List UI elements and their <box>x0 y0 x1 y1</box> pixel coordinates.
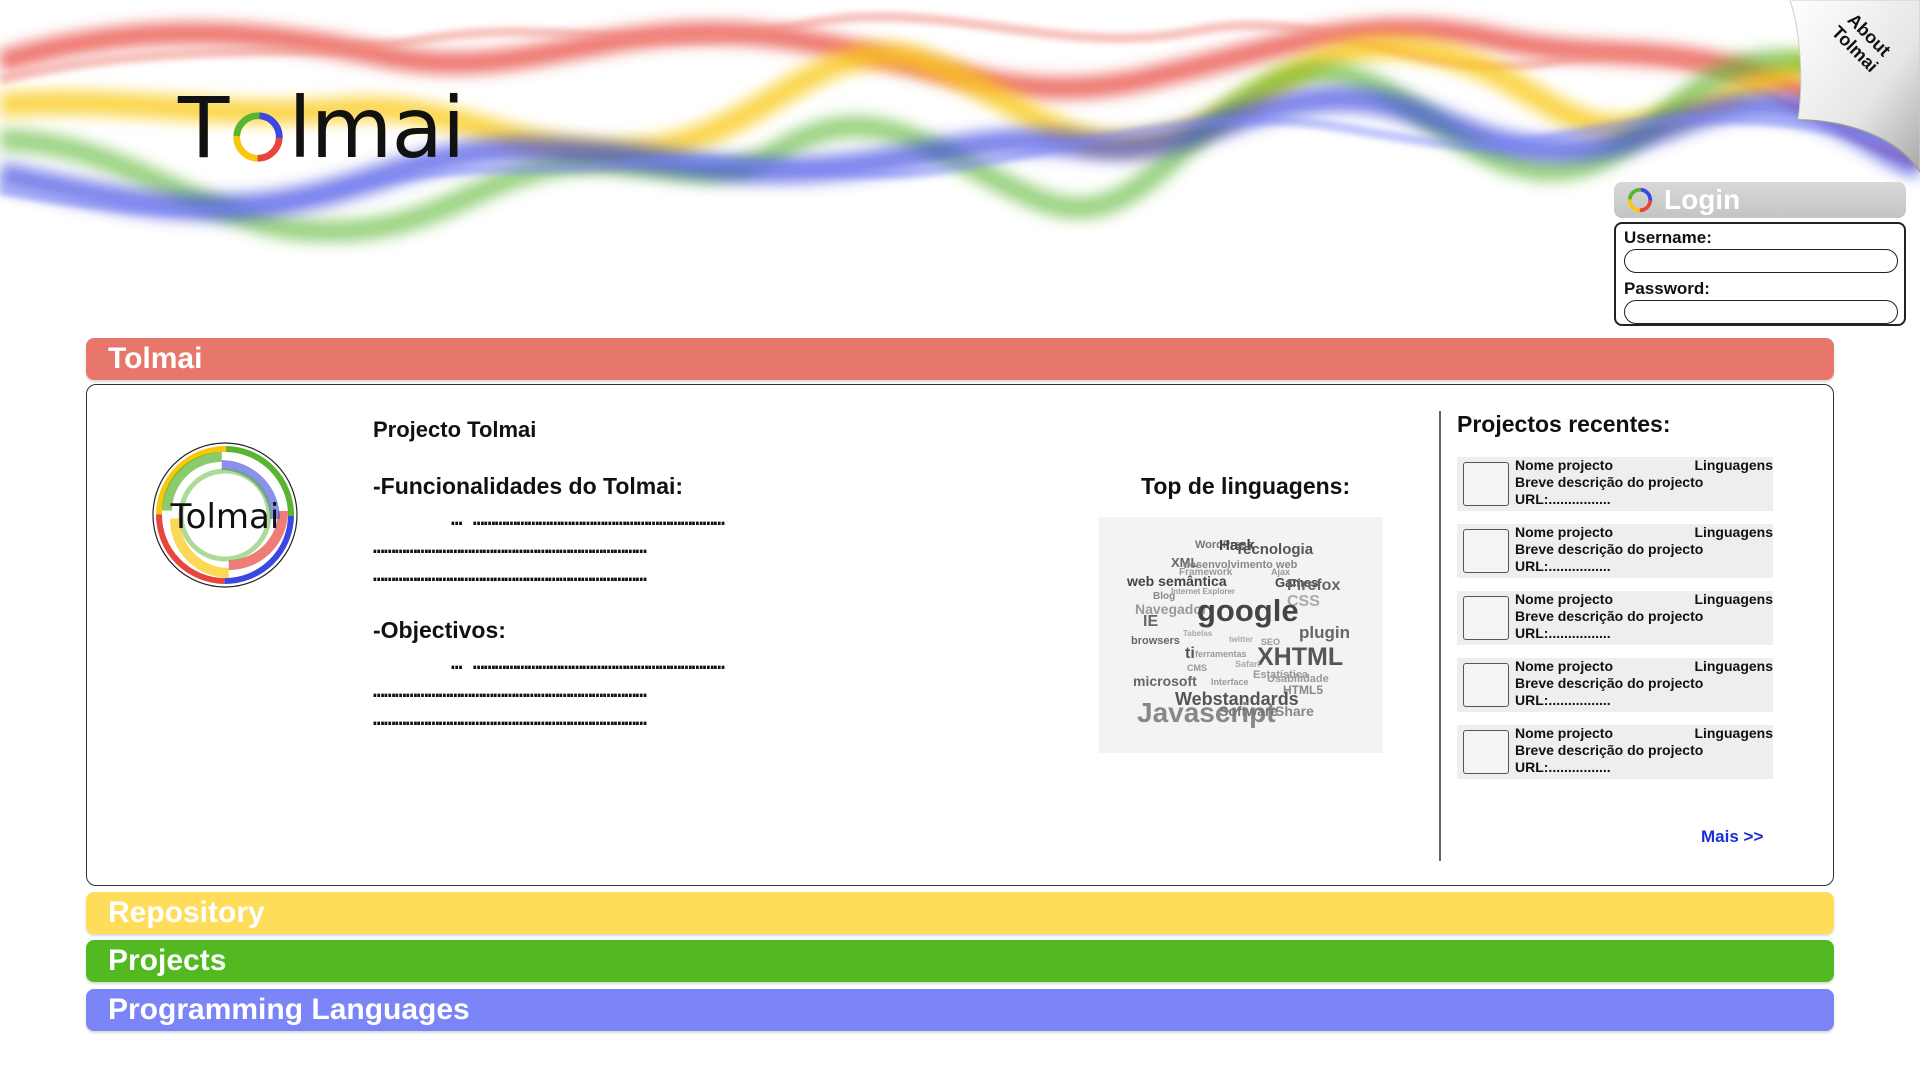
project-name: Nome projecto <box>1515 591 1614 607</box>
project-url[interactable]: URL:................ <box>1515 558 1611 574</box>
project-name: Nome projecto <box>1515 524 1614 540</box>
project-url[interactable]: URL:................ <box>1515 625 1611 641</box>
project-thumbnail <box>1463 730 1509 774</box>
username-input[interactable] <box>1624 249 1898 273</box>
project-description: Breve descrição do projecto <box>1515 742 1704 758</box>
project-languages: Linguagens <box>1694 524 1773 540</box>
cloud-word[interactable]: Interface <box>1211 677 1249 687</box>
cloud-word[interactable]: Software <box>1219 703 1278 719</box>
tolmai-panel: Tolmai Projecto Tolmai -Funcionalidades … <box>86 384 1834 886</box>
login-title: Login <box>1664 184 1741 215</box>
more-projects-link[interactable]: Mais >> <box>1701 827 1763 847</box>
project-url[interactable]: URL:................ <box>1515 759 1611 775</box>
recent-projects-list: Nome projecto Linguagens Breve descrição… <box>1457 457 1773 792</box>
cloud-word[interactable]: ferramentas <box>1195 649 1247 659</box>
features-title: -Funcionalidades do Tolmai: <box>373 473 684 499</box>
project-thumbnail <box>1463 529 1509 573</box>
cloud-word[interactable]: Safari <box>1235 659 1260 669</box>
recent-project-item[interactable]: Nome projecto Linguagens Breve descrição… <box>1457 524 1773 578</box>
cloud-word[interactable]: ti <box>1185 645 1195 663</box>
project-title: Projecto Tolmai <box>373 417 537 442</box>
objectives-dots-2: ………………………………………………………………… <box>373 680 647 702</box>
project-description: Breve descrição do projecto <box>1515 541 1704 557</box>
objectives-dots-3: ………………………………………………………………… <box>373 708 647 730</box>
project-url[interactable]: URL:................ <box>1515 491 1611 507</box>
project-name: Nome projecto <box>1515 658 1614 674</box>
brand-logo-t: T <box>178 79 229 177</box>
project-thumbnail <box>1463 596 1509 640</box>
login-ring-icon <box>1627 187 1653 213</box>
project-name: Nome projecto <box>1515 457 1614 473</box>
brand-logo-ring-icon <box>233 112 283 162</box>
about-page-curl[interactable]: About Tolmai <box>1789 0 1920 173</box>
login-header: Login <box>1614 182 1906 218</box>
password-input[interactable] <box>1624 300 1898 324</box>
password-label: Password: <box>1624 279 1710 298</box>
brand-logo[interactable]: T lmai <box>178 78 465 178</box>
vertical-divider <box>1439 411 1441 861</box>
project-description: Breve descrição do projecto <box>1515 474 1704 490</box>
language-word-cloud: WordPress Hack Tecnologia XML desenvolvi… <box>1099 517 1383 753</box>
project-thumbnail <box>1463 663 1509 707</box>
recent-projects-title: Projectos recentes: <box>1457 411 1671 437</box>
cloud-word[interactable]: twitter <box>1229 635 1253 644</box>
cloud-word[interactable]: Tabelas <box>1183 629 1212 638</box>
project-languages: Linguagens <box>1694 725 1773 741</box>
project-description: Breve descrição do projecto <box>1515 675 1704 691</box>
features-dots-1: … …………………………………………………………… <box>451 508 725 530</box>
cloud-word[interactable]: CMS <box>1187 663 1207 673</box>
objectives-dots-1: … …………………………………………………………… <box>451 652 725 674</box>
project-languages: Linguagens <box>1694 591 1773 607</box>
project-thumbnail <box>1463 462 1509 506</box>
features-dots-3: ………………………………………………………………… <box>373 564 647 586</box>
recent-project-item[interactable]: Nome projecto Linguagens Breve descrição… <box>1457 457 1773 511</box>
top-languages-title: Top de linguagens: <box>1141 473 1351 499</box>
recent-project-item[interactable]: Nome projecto Linguagens Breve descrição… <box>1457 591 1773 645</box>
recent-project-item[interactable]: Nome projecto Linguagens Breve descrição… <box>1457 725 1773 779</box>
cloud-word[interactable]: Tecnologia <box>1235 541 1313 558</box>
project-url[interactable]: URL:................ <box>1515 692 1611 708</box>
cloud-word[interactable]: plugin <box>1299 623 1350 643</box>
project-description: Breve descrição do projecto <box>1515 608 1704 624</box>
cloud-word[interactable]: browsers <box>1131 635 1180 647</box>
brand-logo-rest: lmai <box>288 79 465 177</box>
objectives-title: -Objectivos: <box>373 617 506 643</box>
project-name: Nome projecto <box>1515 725 1614 741</box>
section-languages-bar[interactable]: Programming Languages <box>86 989 1834 1031</box>
section-repository-bar[interactable]: Repository <box>86 892 1834 934</box>
cloud-word[interactable]: google <box>1197 593 1299 629</box>
cloud-word[interactable]: microsoft <box>1133 673 1197 689</box>
login-form: Username: Password: <box>1614 222 1906 326</box>
tolmai-ring-logo-icon: Tolmai <box>152 442 298 588</box>
cloud-word[interactable]: Share <box>1275 703 1314 719</box>
cloud-word[interactable]: XHTML <box>1257 643 1343 672</box>
section-projects-bar[interactable]: Projects <box>86 940 1834 982</box>
cloud-word[interactable]: IE <box>1143 613 1158 631</box>
username-label: Username: <box>1624 228 1712 247</box>
project-languages: Linguagens <box>1694 658 1773 674</box>
features-dots-2: ………………………………………………………………… <box>373 536 647 558</box>
section-tolmai-bar[interactable]: Tolmai <box>86 338 1834 380</box>
panel-logo-text: Tolmai <box>170 497 280 537</box>
project-languages: Linguagens <box>1694 457 1773 473</box>
recent-project-item[interactable]: Nome projecto Linguagens Breve descrição… <box>1457 658 1773 712</box>
